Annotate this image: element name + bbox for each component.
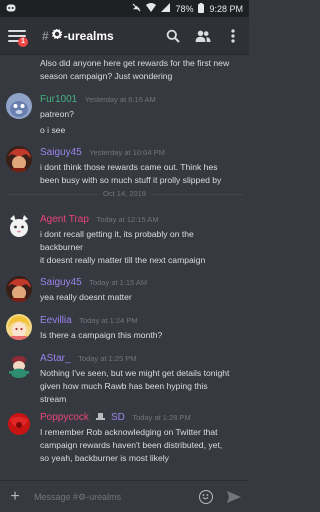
- message-composer: +: [0, 480, 249, 512]
- menu-icon-line: [8, 29, 26, 32]
- wifi-icon: [146, 3, 157, 14]
- status-bar: 78% 9:28 PM: [0, 0, 249, 17]
- date-divider-label: Oct 14, 2019: [98, 189, 151, 198]
- avatar-astar[interactable]: [6, 352, 32, 378]
- date-divider: Oct 14, 2019: [6, 189, 243, 198]
- mute-icon: [132, 3, 141, 14]
- username[interactable]: Eevillia: [40, 315, 72, 326]
- message-text: o i see: [40, 125, 66, 135]
- timestamp: Today at 1:25 PM: [78, 354, 137, 363]
- message-text: backburner: [40, 242, 83, 252]
- username[interactable]: Agent Trap: [40, 214, 89, 225]
- battery-icon: [198, 2, 205, 15]
- message-text: campaign rewards haven't been distribute…: [40, 440, 223, 450]
- message-text: so yeah, backburner is most likely: [40, 453, 169, 463]
- timestamp: Today at 1:24 PM: [79, 316, 138, 325]
- channel-name: -urealms: [63, 28, 114, 43]
- message-text: yea really doesnt matter: [40, 292, 132, 302]
- battery-percent: 78%: [175, 3, 194, 14]
- message-text: season campaign? Just wondering: [40, 71, 173, 81]
- hash-icon: #: [42, 28, 49, 43]
- add-attachment-icon[interactable]: +: [8, 488, 22, 506]
- username[interactable]: Poppycock: [40, 412, 89, 423]
- username[interactable]: Saiguy45: [40, 147, 82, 158]
- send-icon[interactable]: [227, 490, 241, 504]
- more-options-icon[interactable]: [225, 28, 241, 44]
- signal-icon: [161, 3, 171, 14]
- timestamp: Yesterday at 10:04 PM: [89, 148, 165, 157]
- message-text: stream: [40, 394, 67, 404]
- username[interactable]: Saiguy45: [40, 277, 82, 288]
- message-input[interactable]: [34, 491, 199, 502]
- menu-button[interactable]: 1: [8, 28, 28, 47]
- notification-badge: 1: [18, 36, 28, 47]
- username[interactable]: AStar_: [40, 353, 71, 364]
- gear-icon: [51, 28, 62, 42]
- search-icon[interactable]: [165, 28, 181, 44]
- message-list[interactable]: Also did anyone here get rewards for the…: [0, 56, 249, 480]
- emoji-icon[interactable]: [199, 489, 213, 504]
- message-text: i dont think those rewards came out. Thi…: [40, 162, 218, 172]
- avatar-saiguy45[interactable]: [6, 276, 32, 302]
- message-text: given how much Rawb has been hyping this: [40, 381, 208, 391]
- members-icon[interactable]: [195, 28, 211, 44]
- channel-title[interactable]: # -urealms: [42, 29, 114, 43]
- timestamp: Yesterday at 6:16 AM: [84, 95, 156, 104]
- avatar-saiguy45[interactable]: [6, 146, 32, 172]
- channel-header: 1 # -urealms: [0, 17, 249, 55]
- message-text: patreon?: [40, 109, 74, 119]
- timestamp: Today at 1:15 AM: [89, 278, 148, 287]
- avatar-poppycock[interactable]: [6, 411, 32, 437]
- hat-icon: [96, 412, 106, 423]
- message-text: Is there a campaign this month?: [40, 330, 163, 340]
- message-text: been busy with so much stuff it prolly s…: [40, 175, 222, 185]
- timestamp: Today at 1:28 PM: [132, 413, 191, 422]
- username-tag: SD: [110, 412, 125, 423]
- avatar-agent-trap[interactable]: [6, 213, 32, 239]
- username[interactable]: Fur1001: [40, 94, 77, 105]
- avatar-eevillia[interactable]: [6, 314, 32, 340]
- message-text: it doesnt really matter till the next ca…: [40, 255, 206, 265]
- timestamp: Today at 12:15 AM: [96, 215, 159, 224]
- message-text: i dont recall getting it, its probably o…: [40, 229, 194, 239]
- discord-notification-icon: [6, 4, 16, 14]
- message-text: Nothing I've seen, but we might get deta…: [40, 368, 230, 378]
- message-text: Also did anyone here get rewards for the…: [40, 58, 230, 68]
- clock: 9:28 PM: [209, 3, 243, 14]
- avatar-fur1001[interactable]: [6, 93, 32, 119]
- message-text: I remember Rob acknowledging on Twitter …: [40, 427, 218, 437]
